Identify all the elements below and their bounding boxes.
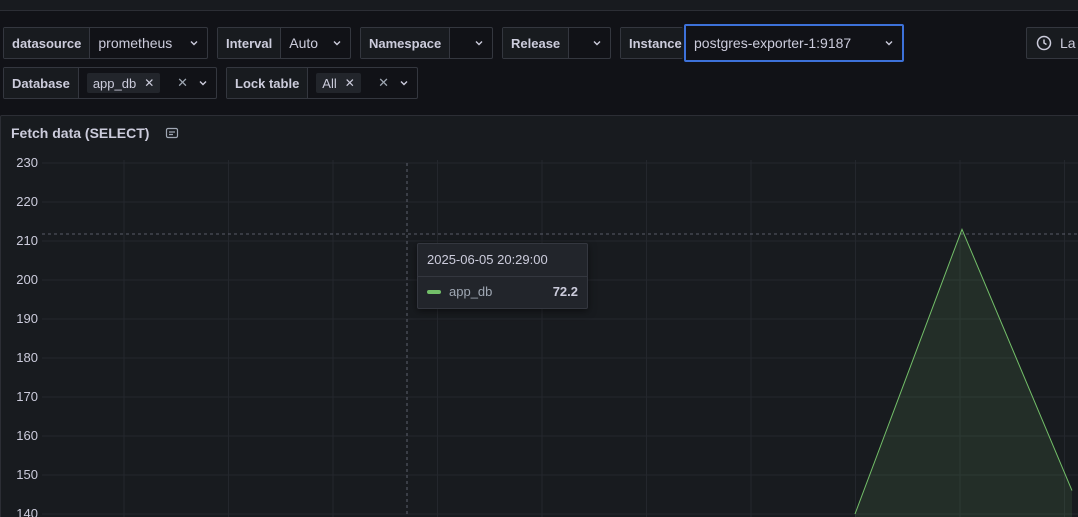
y-tick-label: 170	[16, 389, 38, 404]
y-tick-label: 160	[16, 428, 38, 443]
hover-tooltip: 2025-06-05 20:29:00 app_db 72.2	[417, 243, 588, 309]
tooltip-time: 2025-06-05 20:29:00	[427, 252, 548, 267]
tooltip-divider	[418, 276, 587, 277]
tooltip-series-value: 72.2	[552, 284, 578, 299]
series-area-fill	[855, 229, 1072, 517]
y-tick-label: 140	[16, 506, 38, 517]
y-tick-label: 190	[16, 311, 38, 326]
y-tick-label: 230	[16, 155, 38, 170]
y-tick-label: 180	[16, 350, 38, 365]
y-tick-label: 220	[16, 194, 38, 209]
y-tick-label: 200	[16, 272, 38, 287]
y-tick-label: 210	[16, 233, 38, 248]
tooltip-series-name: app_db	[449, 284, 493, 299]
series-color-swatch	[427, 290, 441, 294]
y-tick-label: 150	[16, 467, 38, 482]
